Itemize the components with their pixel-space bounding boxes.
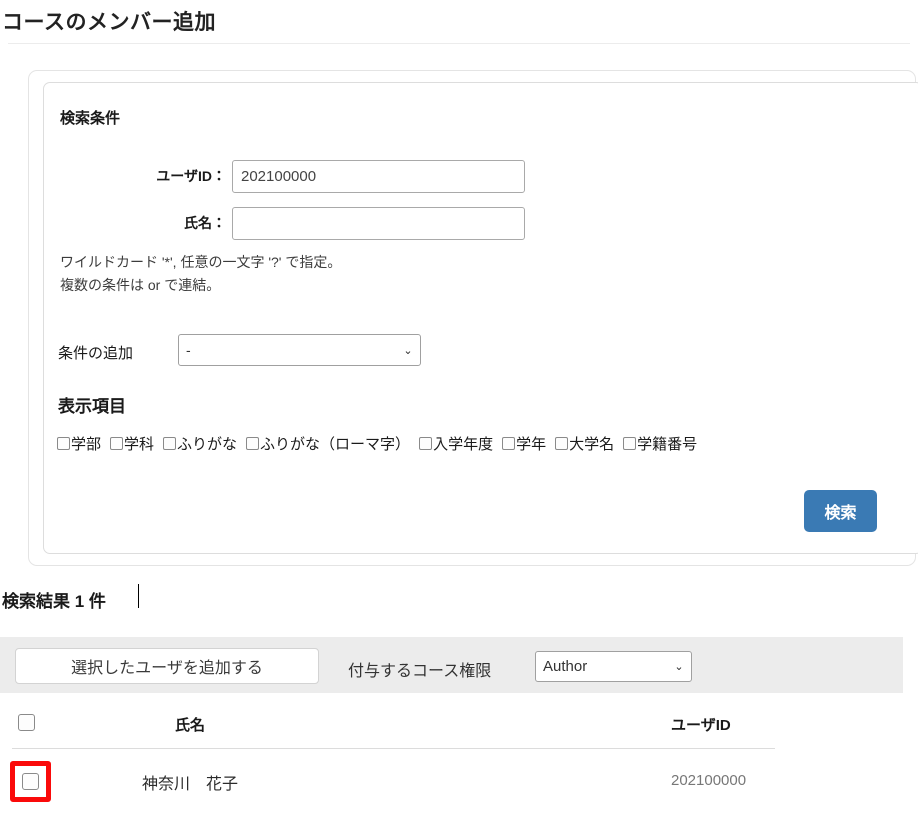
search-panel-inner bbox=[43, 82, 918, 554]
checkbox-item-furigana-romaji[interactable]: ふりがな（ローマ字） bbox=[246, 433, 410, 454]
checkbox-label: ふりがな bbox=[177, 436, 238, 453]
user-id-input[interactable] bbox=[232, 160, 525, 193]
checkbox-item-university-name[interactable]: 大学名 bbox=[555, 433, 614, 454]
grant-course-role-value: Author bbox=[543, 658, 588, 675]
display-items-checkbox-row: 学部 学科 ふりがな ふりがな（ローマ字） 入学年度 学年 大学名 学籍番号 bbox=[57, 433, 706, 454]
user-id-label: ユーザID： bbox=[156, 168, 226, 184]
checkbox-label: ふりがな（ローマ字） bbox=[260, 436, 411, 453]
display-items-heading: 表示項目 bbox=[58, 397, 126, 416]
checkbox-box[interactable] bbox=[246, 437, 260, 450]
select-all-checkbox[interactable] bbox=[18, 714, 35, 731]
checkbox-box[interactable] bbox=[623, 437, 637, 450]
grant-course-role-select[interactable]: Author ⌄ bbox=[535, 651, 692, 682]
table-cell-name: 神奈川 花子 bbox=[141, 776, 238, 793]
table-header-divider bbox=[12, 748, 775, 749]
title-divider bbox=[8, 43, 910, 44]
add-condition-select[interactable]: - ⌄ bbox=[178, 334, 421, 366]
checkbox-item-admission-year[interactable]: 入学年度 bbox=[419, 433, 493, 454]
checkbox-label: 学科 bbox=[124, 436, 155, 453]
checkbox-box[interactable] bbox=[163, 437, 177, 450]
checkbox-item-school-year[interactable]: 学年 bbox=[502, 433, 546, 454]
wildcard-hint-line-2: 複数の条件は or で連結。 bbox=[60, 277, 221, 293]
checkbox-box[interactable] bbox=[57, 437, 70, 450]
row-select-checkbox[interactable] bbox=[22, 773, 39, 790]
text-cursor bbox=[138, 584, 139, 608]
name-label: 氏名： bbox=[184, 215, 226, 231]
wildcard-hint-line-1: ワイルドカード '*', 任意の一文字 '?' で指定。 bbox=[60, 254, 342, 270]
checkbox-label: 大学名 bbox=[569, 436, 615, 453]
column-header-name: 氏名 bbox=[174, 717, 205, 734]
checkbox-box[interactable] bbox=[502, 437, 516, 450]
column-header-user-id: ユーザID bbox=[671, 717, 731, 734]
add-condition-value: - bbox=[186, 342, 191, 358]
checkbox-item-furigana[interactable]: ふりがな bbox=[163, 433, 237, 454]
checkbox-box[interactable] bbox=[555, 437, 569, 450]
checkbox-label: 学籍番号 bbox=[637, 436, 698, 453]
search-conditions-heading: 検索条件 bbox=[60, 110, 121, 127]
search-button[interactable]: 検索 bbox=[804, 490, 877, 532]
checkbox-box[interactable] bbox=[110, 437, 124, 450]
chevron-down-icon: ⌄ bbox=[674, 661, 684, 673]
page-title: コースのメンバー追加 bbox=[2, 11, 216, 34]
checkbox-box[interactable] bbox=[419, 437, 433, 450]
add-selected-users-button[interactable]: 選択したユーザを追加する bbox=[15, 648, 319, 684]
grant-course-role-label: 付与するコース権限 bbox=[348, 663, 492, 680]
checkbox-item-faculty[interactable]: 学部 bbox=[57, 433, 101, 454]
checkbox-item-student-number[interactable]: 学籍番号 bbox=[623, 433, 697, 454]
checkbox-item-department[interactable]: 学科 bbox=[110, 433, 154, 454]
add-condition-label: 条件の追加 bbox=[58, 345, 134, 362]
name-input[interactable] bbox=[232, 207, 525, 240]
checkbox-label: 学部 bbox=[71, 436, 102, 453]
table-cell-user-id: 202100000 bbox=[671, 772, 747, 789]
checkbox-label: 学年 bbox=[516, 436, 547, 453]
results-count-heading: 検索結果 1 件 bbox=[2, 592, 106, 611]
checkbox-label: 入学年度 bbox=[433, 436, 494, 453]
chevron-down-icon: ⌄ bbox=[403, 344, 413, 357]
